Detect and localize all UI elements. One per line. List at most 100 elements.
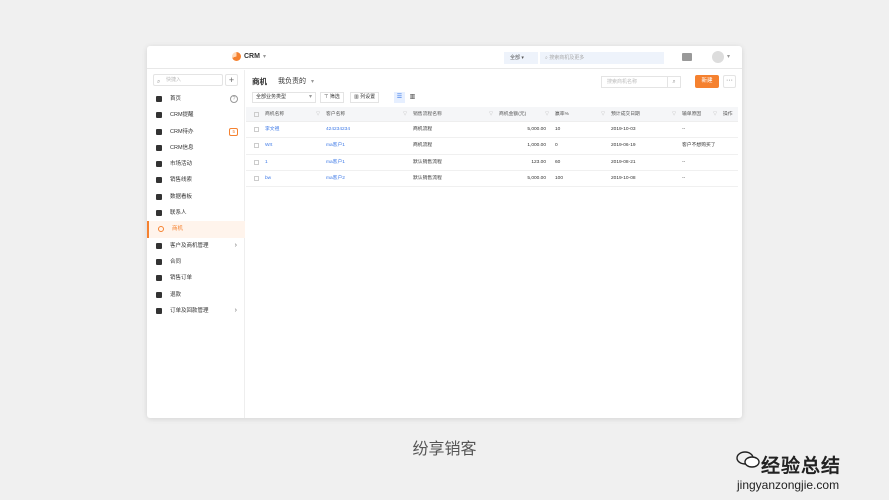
sidebar-item[interactable]: 销售线索 (147, 172, 245, 188)
row-checkbox[interactable] (246, 155, 262, 170)
process-cell: 默认销售流程 (413, 159, 442, 165)
column-header[interactable]: 商机金额(元) ▽ (496, 107, 552, 121)
flag-icon (156, 161, 162, 168)
column-filter-icon[interactable]: ▽ (713, 107, 717, 121)
new-button[interactable]: 新建 (695, 75, 719, 88)
row-checkbox[interactable] (246, 138, 262, 153)
page-title: 商机 (252, 77, 267, 86)
row-checkbox[interactable] (246, 171, 262, 186)
avatar[interactable] (712, 51, 724, 63)
column-header-label: 输单原因 (682, 112, 702, 117)
column-filter-icon[interactable]: ▽ (672, 107, 676, 121)
sidebar-item[interactable]: CRM信息 (147, 140, 245, 156)
column-header-label: 客户名称 (326, 112, 346, 117)
table-row[interactable]: Wrt ma客户1 商机流程 1,000.00 0 2019-06-19 客户不想购买了 (246, 138, 738, 155)
column-header-label: 预计成交日期 (611, 112, 640, 117)
kanban-view-icon[interactable]: ▥ (407, 92, 418, 103)
doc-icon (156, 258, 162, 265)
sidebar-item[interactable]: 退款 (147, 287, 245, 303)
sidebar-item[interactable]: 联系人 (147, 205, 245, 221)
opportunity-name-link[interactable]: 李文祖 (262, 122, 323, 137)
sidebar-item[interactable]: 订单及回款管理 › (147, 303, 245, 319)
actions-cell[interactable] (720, 138, 738, 153)
amount-cell: 1,000.00 (527, 143, 546, 149)
actions-cell[interactable] (720, 122, 738, 137)
swap-icon (156, 177, 162, 184)
sidebar-item[interactable]: 首页? (147, 91, 245, 107)
columns-icon: ▥ (354, 94, 359, 100)
sidebar-search-input[interactable]: ⌕ 快捷入 (153, 74, 223, 86)
column-settings-button[interactable]: ▥ 列设置 (350, 92, 380, 103)
actions-cell[interactable] (720, 155, 738, 170)
watermark-logo-icon (736, 451, 760, 468)
select-all-checkbox[interactable] (246, 107, 262, 121)
column-filter-icon[interactable]: ▽ (316, 107, 320, 121)
column-header[interactable]: 客户名称 ▽ (323, 107, 410, 121)
customer-name-link[interactable]: 424234234 (323, 122, 410, 137)
app-logo[interactable]: CRM ▾ (232, 52, 266, 61)
sidebar-item[interactable]: 合同 (147, 254, 245, 270)
opportunity-search-input[interactable]: 搜索商机名称 (601, 76, 668, 88)
column-filter-icon[interactable]: ▽ (489, 107, 493, 121)
search-scope-label: 全部 (510, 55, 521, 61)
sidebar-item-label: CRM提醒 (170, 112, 194, 119)
biz-type-select[interactable]: 全部业务类型 ▾ (252, 92, 316, 103)
close-date-cell: 2019-06-19 (611, 143, 636, 149)
column-header-label: 操作 (723, 112, 733, 117)
column-header[interactable]: 商机名称 ▽ (262, 107, 323, 121)
row-checkbox[interactable] (246, 122, 262, 137)
customer-name-link[interactable]: ma客户1 (323, 155, 410, 170)
opportunity-name-link[interactable]: Wrt (262, 138, 323, 153)
table-row[interactable]: 1 ma客户1 默认销售流程 123.00 60 2019-08-21 -- (246, 155, 738, 171)
sidebar-item-label: 退款 (170, 291, 182, 298)
column-filter-icon[interactable]: ▽ (403, 107, 407, 121)
table-row[interactable]: bw ma客户2 默认销售流程 5,000.00 100 2019-10-08 -- (246, 171, 738, 188)
sidebar-item[interactable]: 数据看板 (147, 189, 245, 205)
global-search-input[interactable]: ⌕ 搜索商机及更多 (540, 52, 664, 64)
add-shortcut-button[interactable]: + (225, 74, 238, 86)
loss-reason-cell: 客户不想购买了 (682, 143, 716, 149)
global-search-placeholder: 搜索商机及更多 (549, 55, 585, 61)
opportunity-name-link[interactable]: bw (262, 171, 323, 186)
column-header[interactable]: 操作 (720, 107, 738, 121)
opportunity-table: 商机名称 ▽ 客户名称 ▽ 销售流程名称 ▽ 商机金额(元) ▽ 赢率% ▽ 预计成交日期 ▽ 输单原因… (246, 107, 738, 188)
amount-cell: 123.00 (531, 159, 546, 165)
column-header[interactable]: 预计成交日期 ▽ (608, 107, 679, 121)
help-icon[interactable]: ? (230, 95, 238, 103)
customer-name-link[interactable]: ma客户1 (323, 138, 410, 153)
sidebar-item-label: 商机 (172, 226, 184, 233)
process-cell: 商机流程 (413, 143, 433, 149)
opportunity-name-link[interactable]: 1 (262, 155, 323, 170)
column-filter-icon[interactable]: ▽ (601, 107, 605, 121)
sidebar-item-label: CRM待办 (170, 128, 194, 135)
sidebar-item[interactable]: CRM待办 5 (147, 124, 245, 140)
sidebar-item[interactable]: 商机 (147, 221, 245, 238)
list-view-icon[interactable]: ☰ (394, 92, 405, 103)
sidebar-item[interactable]: CRM提醒 (147, 107, 245, 123)
folder-icon (156, 242, 162, 249)
column-header[interactable]: 赢率% ▽ (552, 107, 608, 121)
column-header[interactable]: 销售流程名称 ▽ (410, 107, 496, 121)
filter-button[interactable]: ⊤ 筛选 (320, 92, 344, 103)
view-select[interactable]: 我负责的 ▾ (278, 76, 314, 86)
loss-reason-cell: -- (682, 127, 686, 132)
sidebar-item[interactable]: 销售订单 (147, 270, 245, 286)
search-scope-select[interactable]: 全部 ▾ (504, 52, 538, 64)
sidebar-item-label: 销售线索 (170, 177, 193, 184)
sidebar-item[interactable]: 客户及商机管理 › (147, 238, 245, 254)
column-filter-icon[interactable]: ▽ (545, 107, 549, 121)
table-body: 李文祖 424234234 商机流程 5,000.00 10 2019-10-03 -- Wr… (246, 122, 738, 188)
todo-icon (156, 128, 162, 135)
watermark-url: jingyanzongjie.com (737, 478, 840, 492)
table-row[interactable]: 李文祖 424234234 商机流程 5,000.00 10 2019-10-03 -- (246, 122, 738, 139)
more-button[interactable]: ··· (723, 75, 736, 88)
chevron-down-icon[interactable]: ▾ (727, 53, 730, 60)
customer-name-link[interactable]: ma客户2 (323, 171, 410, 186)
sidebar-item[interactable]: 市场活动 (147, 156, 245, 172)
column-header[interactable]: 输单原因 ▽ (679, 107, 720, 121)
chevron-down-icon: ▾ (262, 54, 266, 60)
actions-cell[interactable] (720, 171, 738, 186)
mail-icon[interactable] (682, 53, 692, 61)
pie-icon (156, 144, 162, 151)
search-icon[interactable]: ⌕ (668, 76, 681, 88)
